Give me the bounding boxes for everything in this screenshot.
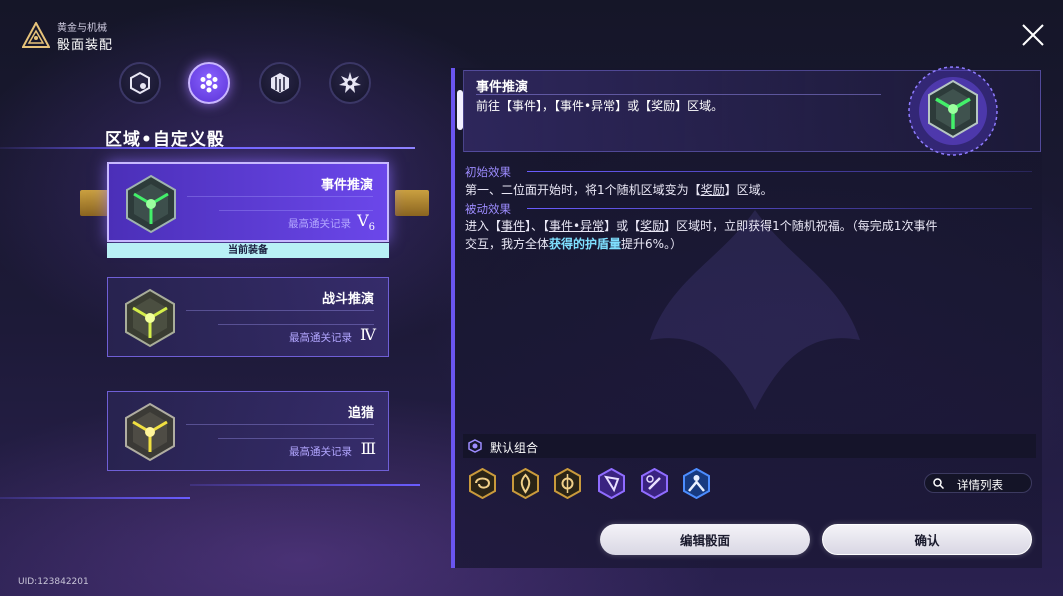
- dice-face-4[interactable]: [596, 468, 627, 499]
- decorative-line: [190, 484, 420, 486]
- edit-faces-button[interactable]: 编辑骰面: [600, 524, 810, 555]
- record-label: 最高通关记录: [289, 332, 352, 344]
- section-divider: [527, 208, 1032, 209]
- record-label: 最高通关记录: [288, 218, 351, 230]
- tab-gear[interactable]: [329, 62, 371, 104]
- tab-dots[interactable]: [188, 62, 230, 104]
- combo-icon: [468, 439, 482, 453]
- uid-label: UID:123842201: [18, 577, 89, 587]
- face-person-icon: [683, 468, 710, 499]
- face-cross-icon: [554, 468, 581, 499]
- initial-effect-text: 第一、二位面开始时，将1个随机区域变为【奖励】区域。: [465, 183, 773, 197]
- dice-face-3[interactable]: [552, 468, 583, 499]
- header-divider: [476, 94, 881, 95]
- initial-effect-label: 初始效果: [465, 165, 511, 179]
- default-combo-bar: [463, 434, 1036, 458]
- dice-icon: [125, 402, 175, 462]
- page-title: 骰面装配: [57, 38, 114, 53]
- selected-dice-icon: [908, 66, 998, 156]
- detail-list-button[interactable]: 详情列表: [924, 473, 1032, 493]
- game-logo-icon: [22, 22, 50, 48]
- tab-dice-c[interactable]: [119, 62, 161, 104]
- dice-icon: [125, 288, 175, 348]
- equipped-badge: 当前装备: [107, 243, 389, 258]
- scroll-indicator[interactable]: [457, 90, 463, 130]
- card-name: 事件推演: [320, 178, 373, 193]
- face-flame-icon: [512, 468, 539, 499]
- tab-dice-c-icon: [130, 71, 150, 95]
- tab-cube-icon: [271, 73, 289, 93]
- default-combo-label: 默认组合: [490, 441, 539, 455]
- dice-card-event[interactable]: 事件推演 最高通关记录 V6: [107, 162, 389, 242]
- tab-cube[interactable]: [259, 62, 301, 104]
- dice-card-battle[interactable]: 战斗推演 最高通关记录 Ⅳ: [107, 277, 389, 357]
- card-right-connector: [395, 190, 429, 216]
- header-subtitle: 黄金与机械: [57, 23, 107, 34]
- face-flag-icon: [598, 468, 625, 499]
- record-rank: Ⅳ: [360, 325, 376, 344]
- tab-dots-icon: [200, 73, 218, 93]
- face-sword-icon: [641, 468, 668, 499]
- dice-face-5[interactable]: [639, 468, 670, 499]
- section-divider: [0, 147, 415, 149]
- dice-face-6[interactable]: [681, 468, 712, 499]
- record-rank: V6: [357, 211, 375, 234]
- record-rank: Ⅲ: [360, 439, 376, 458]
- section-divider: [527, 171, 1032, 172]
- passive-effect-label: 被动效果: [465, 202, 511, 216]
- card-name: 战斗推演: [321, 292, 374, 307]
- confirm-button[interactable]: 确认: [822, 524, 1032, 555]
- card-name: 追猎: [347, 406, 374, 421]
- detail-name: 事件推演: [476, 80, 529, 95]
- dice-icon: [126, 174, 176, 234]
- dice-card-hunt[interactable]: 追猎 最高通关记录 Ⅲ: [107, 391, 389, 471]
- search-icon: [933, 478, 944, 489]
- decorative-line: [0, 497, 190, 499]
- passive-effect-text: 进入【事件】、【事件•异常】或【奖励】区域时，立即获得1个随机祝福。（每完成1次…: [465, 219, 938, 251]
- detail-list-label: 详情列表: [957, 478, 1003, 492]
- tab-gear-icon: [339, 72, 361, 93]
- close-icon[interactable]: [1020, 22, 1046, 48]
- record-label: 最高通关记录: [289, 446, 352, 458]
- dice-face-2[interactable]: [510, 468, 541, 499]
- dice-face-1[interactable]: [467, 468, 498, 499]
- face-swirl-icon: [469, 468, 496, 499]
- detail-description: 前往【事件】，【事件•异常】或【奖励】区域。: [476, 99, 724, 113]
